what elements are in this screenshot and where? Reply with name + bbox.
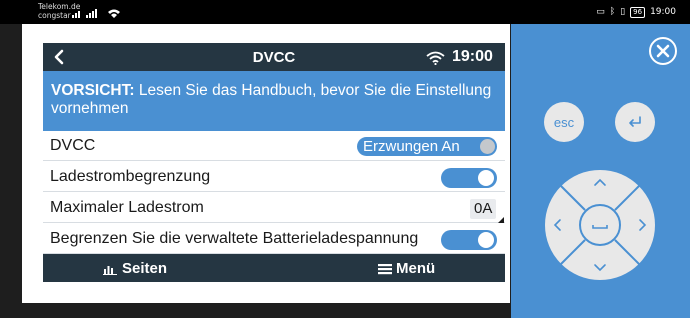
remote-control-panel: esc [511,24,690,318]
warning-banner: VORSICHT: Lesen Sie das Handbuch, bevor … [43,71,505,131]
switch-knob [478,170,494,186]
wifi-icon [426,51,445,65]
edit-corner-icon [498,217,504,223]
warning-title: VORSICHT: [51,82,135,99]
setting-row-limit-battery-voltage[interactable]: Begrenzen Sie die verwaltete Batterielad… [43,224,505,254]
enter-button[interactable] [615,102,655,142]
pages-label: Seiten [122,260,168,277]
dvcc-mode-value: Erzwungen An [363,138,460,155]
setting-label: Begrenzen Sie die verwaltete Batterielad… [50,230,419,247]
dvcc-mode-toggle[interactable]: Erzwungen An [357,137,497,156]
battery-icon: 96 [630,6,646,18]
status-bar-right: ▭ ᛒ ▯ 96 19:00 [596,6,676,18]
close-icon[interactable] [648,36,678,66]
nfc-icon: ▭ [596,7,605,17]
setting-label: Ladestrombegrenzung [50,168,211,185]
header-time: 19:00 [452,48,493,65]
panel-header: DVCC 19:00 [43,43,505,71]
signal-icon [72,9,120,18]
setting-label: DVCC [50,137,96,154]
gui-panel: DVCC 19:00 VORSICHT: Lesen Sie das Handb… [43,43,505,282]
hamburger-icon [378,263,392,274]
setting-row-dvcc[interactable]: DVCC Erzwungen An [43,131,505,161]
charge-limit-switch[interactable] [441,168,497,188]
toggle-knob [480,139,495,154]
setting-row-max-charge-current[interactable]: Maximaler Ladestrom 0A [43,193,505,223]
pages-button[interactable]: Seiten [103,260,167,277]
setting-row-charge-current-limit[interactable]: Ladestrombegrenzung [43,162,505,192]
setting-label: Maximaler Ladestrom [50,199,204,216]
max-charge-current-value[interactable]: 0A [470,199,497,219]
status-time: 19:00 [650,7,676,17]
switch-knob [478,232,494,248]
status-bar: Telekom.de congstar ▭ ᛒ ▯ 96 19:00 [0,0,690,24]
esc-label: esc [553,114,575,130]
dpad [545,170,655,280]
panel-footer: Seiten Menü [43,254,505,282]
menu-button[interactable]: Menü [378,260,435,277]
bar-chart-icon [103,265,117,275]
bluetooth-icon: ᛒ [609,7,616,17]
menu-label: Menü [396,260,436,277]
esc-button[interactable]: esc [544,102,584,142]
vibrate-icon: ▯ [620,7,626,17]
enter-icon [629,116,641,127]
limit-voltage-switch[interactable] [441,230,497,250]
